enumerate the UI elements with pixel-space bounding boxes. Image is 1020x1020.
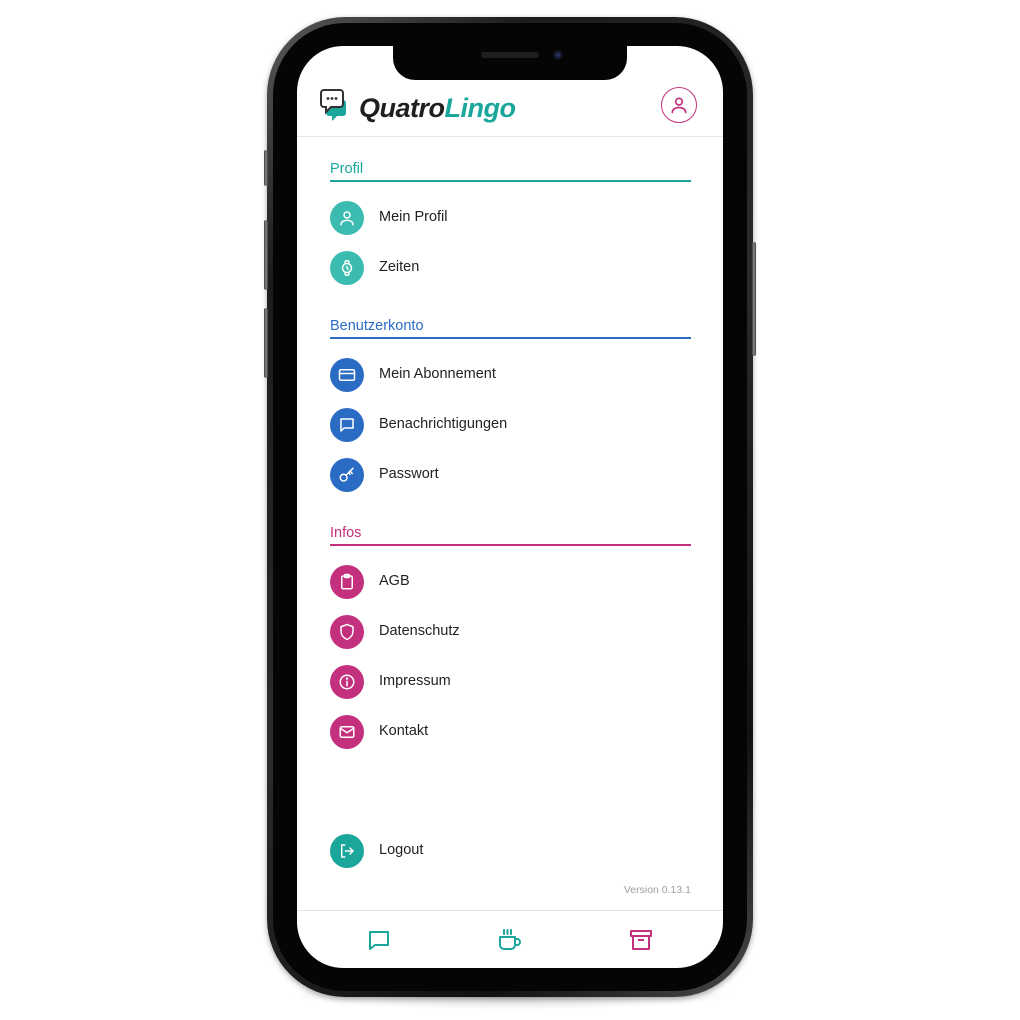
key-icon [330, 458, 364, 492]
power-button [752, 242, 756, 356]
section-divider-infos [330, 544, 691, 546]
notch [393, 46, 627, 80]
section-title-benutzerkonto: Benutzerkonto [330, 318, 424, 334]
menu-item-benachrichtigungen[interactable]: Benachrichtigungen [330, 408, 691, 442]
bottom-tab-bar [297, 910, 723, 968]
logout-icon [330, 834, 364, 868]
chat-icon [369, 931, 389, 950]
logo-text-part2: Lingo [444, 93, 516, 123]
menu-item-label: Mein Abonnement [379, 366, 496, 382]
menu-item-label: Kontakt [379, 723, 429, 739]
menu-item-label: Mein Profil [379, 209, 448, 225]
menu-item-agb[interactable]: AGB [330, 565, 691, 599]
info-icon [330, 665, 364, 699]
logo-text-part1: Quatro [359, 93, 445, 123]
menu-item-label: Zeiten [379, 259, 420, 275]
app-header: QuatroLingo [297, 84, 723, 137]
menu-item-label: Passwort [379, 466, 439, 482]
menu-item-passwort[interactable]: Passwort [330, 458, 691, 492]
volume-down-button [264, 308, 268, 378]
credit-card-icon [330, 358, 364, 392]
version-text: Version 0.13.1 [623, 884, 691, 896]
menu-item-zeiten[interactable]: Zeiten [330, 251, 691, 285]
logo-chat-bubbles-icon [320, 88, 356, 122]
section-title-profil: Profil [330, 161, 364, 177]
app-screen: QuatroLingo Profil Mein Profil Zeiten Be… [297, 46, 723, 968]
app-logo-text: QuatroLingo [359, 93, 516, 124]
menu-item-mein-abonnement[interactable]: Mein Abonnement [330, 358, 691, 392]
menu-item-label: Datenschutz [379, 623, 460, 639]
coffee-icon [499, 929, 521, 950]
tab-coffee[interactable] [497, 927, 523, 953]
menu-item-datenschutz[interactable]: Datenschutz [330, 615, 691, 649]
clipboard-icon [330, 565, 364, 599]
menu-item-label: Impressum [379, 673, 451, 689]
menu-item-mein-profil[interactable]: Mein Profil [330, 201, 691, 235]
user-icon [330, 201, 364, 235]
message-icon [330, 408, 364, 442]
shield-icon [330, 615, 364, 649]
section-divider-profil [330, 180, 691, 182]
menu-item-kontakt[interactable]: Kontakt [330, 715, 691, 749]
front-camera [553, 50, 563, 60]
tab-chat[interactable] [366, 927, 392, 953]
profile-avatar-button[interactable] [661, 87, 697, 123]
watch-icon [330, 251, 364, 285]
section-divider-benutzerkonto [330, 337, 691, 339]
mute-switch [264, 150, 268, 186]
tab-archive[interactable] [628, 927, 654, 953]
menu-item-label: AGB [379, 573, 410, 589]
mail-icon [330, 715, 364, 749]
volume-up-button [264, 220, 268, 290]
logout-button[interactable]: Logout [330, 834, 691, 868]
logout-label: Logout [379, 842, 424, 858]
menu-item-label: Benachrichtigungen [379, 416, 508, 432]
speaker [481, 52, 539, 58]
section-title-infos: Infos [330, 525, 362, 541]
user-icon [671, 97, 687, 114]
archive-icon [630, 930, 652, 950]
menu-item-impressum[interactable]: Impressum [330, 665, 691, 699]
